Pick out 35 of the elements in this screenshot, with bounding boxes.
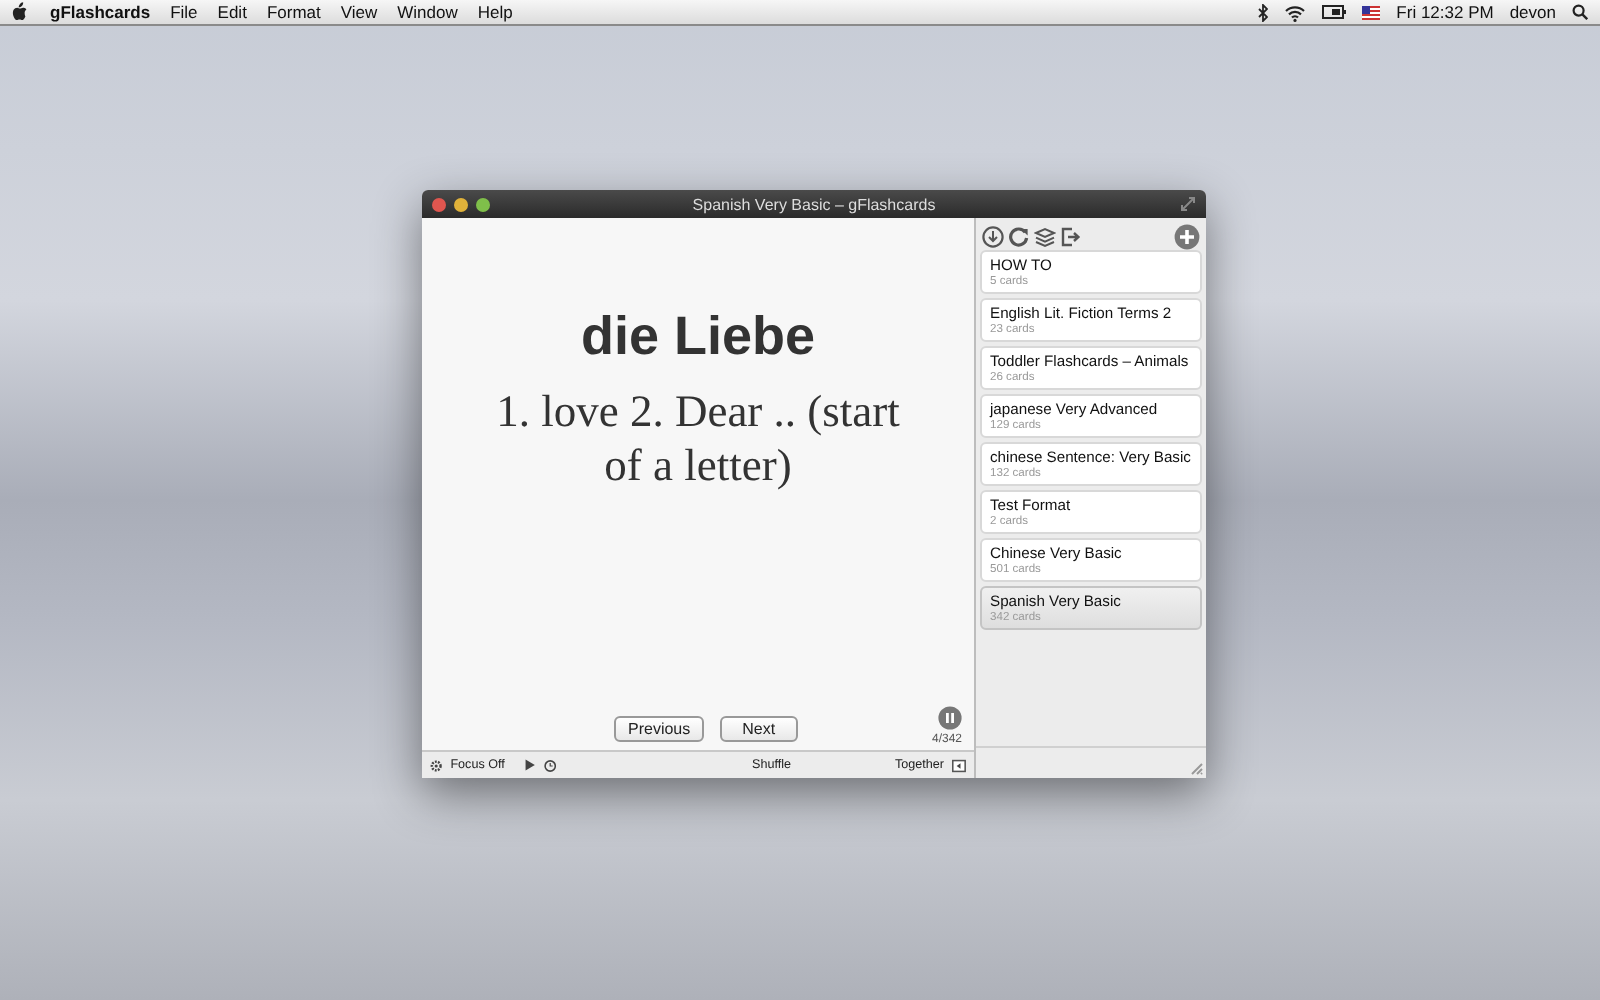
minimize-button[interactable] — [454, 197, 468, 211]
menu-item[interactable]: Edit — [217, 2, 247, 22]
layers-icon[interactable] — [1034, 225, 1056, 247]
next-button[interactable]: Next — [720, 716, 798, 742]
menu-item[interactable]: Window — [397, 2, 458, 22]
apple-icon — [12, 2, 30, 22]
download-icon[interactable] — [982, 225, 1004, 247]
search-icon[interactable] — [1572, 4, 1588, 20]
refresh-icon[interactable] — [1008, 225, 1030, 247]
collapse-icon[interactable] — [952, 757, 966, 773]
flag-icon[interactable] — [1362, 5, 1381, 19]
window-title: Spanish Very Basic – gFlashcards — [690, 195, 938, 213]
menu-item[interactable]: Help — [477, 2, 513, 22]
timer-icon[interactable] — [543, 757, 557, 773]
play-icon[interactable] — [524, 758, 536, 772]
wifi-icon[interactable] — [1284, 3, 1307, 21]
user-menu[interactable]: devon — [1509, 2, 1556, 22]
card-front-text: die Liebe — [580, 306, 816, 368]
gear-icon[interactable] — [430, 757, 443, 773]
export-icon[interactable] — [1060, 225, 1082, 247]
menu-item[interactable]: Format — [266, 2, 321, 22]
close-button[interactable] — [432, 197, 446, 211]
pause-button[interactable] — [938, 706, 962, 730]
menu-item[interactable]: File — [170, 2, 198, 22]
zoom-button[interactable] — [476, 197, 490, 211]
card-back-text: 1. love 2. Dear .. (start of a letter) — [494, 384, 902, 494]
previous-button[interactable]: Previous — [614, 716, 705, 742]
fullscreen-icon[interactable] — [1180, 196, 1196, 212]
app-menu[interactable]: gFlashcards — [50, 2, 151, 22]
menu-clock[interactable]: Fri 12:32 PM — [1396, 2, 1494, 22]
resize-grip-icon[interactable] — [1188, 760, 1204, 776]
add-icon[interactable] — [1174, 223, 1200, 249]
battery-icon[interactable] — [1322, 4, 1347, 20]
bluetooth-icon[interactable] — [1258, 3, 1269, 21]
menu-item[interactable]: View — [340, 2, 378, 22]
